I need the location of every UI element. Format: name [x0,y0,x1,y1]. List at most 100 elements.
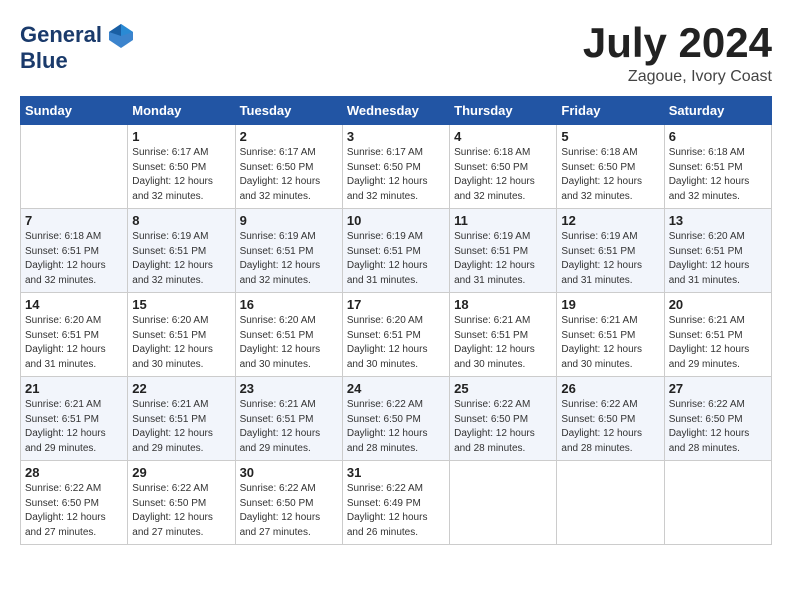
calendar-day-cell: 10Sunrise: 6:19 AMSunset: 6:51 PMDayligh… [342,209,449,293]
calendar-day-cell: 20 Sunrise: 6:21 AMSunset: 6:51 PMDayligh… [664,293,771,377]
day-number: 26 [561,381,659,396]
day-number: 5 [561,129,659,144]
day-info: Sunrise: 6:18 AMSunset: 6:51 PMDaylight:… [669,146,767,204]
day-number: 21 [25,381,123,396]
calendar-day-cell: 9 Sunrise: 6:19 AMSunset: 6:51 PMDaylight… [235,209,342,293]
calendar-day-cell: 13 Sunrise: 6:20 AMSunset: 6:51 PMDayligh… [664,209,771,293]
day-info: Sunrise: 6:17 AMSunset: 6:50 PMDaylight:… [347,146,445,204]
calendar-day-header: Sunday [21,97,128,125]
day-number: 30 [240,465,338,480]
calendar-week-row: 21 Sunrise: 6:21 AMSunset: 6:51 PMDayligh… [21,377,772,461]
day-info: Sunrise: 6:19 AMSunset: 6:51 PMDaylight:… [347,230,445,288]
calendar-day-cell: 17Sunrise: 6:20 AMSunset: 6:51 PMDayligh… [342,293,449,377]
day-number: 28 [25,465,123,480]
day-info: Sunrise: 6:18 AMSunset: 6:50 PMDaylight:… [454,146,552,204]
day-info: Sunrise: 6:22 AMSunset: 6:50 PMDaylight:… [669,398,767,456]
calendar-day-header: Saturday [664,97,771,125]
day-info: Sunrise: 6:21 AMSunset: 6:51 PMDaylight:… [240,398,338,456]
day-info: Sunrise: 6:22 AMSunset: 6:49 PMDaylight:… [347,482,445,540]
calendar-week-row: 1 Sunrise: 6:17 AMSunset: 6:50 PMDaylight… [21,125,772,209]
day-number: 23 [240,381,338,396]
day-info: Sunrise: 6:20 AMSunset: 6:51 PMDaylight:… [347,314,445,372]
day-number: 12 [561,213,659,228]
calendar-day-header: Wednesday [342,97,449,125]
calendar-day-cell: 6 Sunrise: 6:18 AMSunset: 6:51 PMDaylight… [664,125,771,209]
day-number: 16 [240,297,338,312]
day-info: Sunrise: 6:22 AMSunset: 6:50 PMDaylight:… [25,482,123,540]
day-info: Sunrise: 6:20 AMSunset: 6:51 PMDaylight:… [25,314,123,372]
day-number: 27 [669,381,767,396]
day-info: Sunrise: 6:18 AMSunset: 6:51 PMDaylight:… [25,230,123,288]
day-number: 31 [347,465,445,480]
calendar-day-cell: 28 Sunrise: 6:22 AMSunset: 6:50 PMDayligh… [21,461,128,545]
month-title: July 2024 [583,20,772,66]
day-info: Sunrise: 6:22 AMSunset: 6:50 PMDaylight:… [454,398,552,456]
day-number: 22 [132,381,230,396]
calendar-day-cell: 23 Sunrise: 6:21 AMSunset: 6:51 PMDayligh… [235,377,342,461]
day-info: Sunrise: 6:22 AMSunset: 6:50 PMDaylight:… [561,398,659,456]
calendar-day-cell: 24 Sunrise: 6:22 AMSunset: 6:50 PMDayligh… [342,377,449,461]
day-number: 9 [240,213,338,228]
day-info: Sunrise: 6:20 AMSunset: 6:51 PMDaylight:… [240,314,338,372]
day-number: 2 [240,129,338,144]
day-info: Sunrise: 6:21 AMSunset: 6:51 PMDaylight:… [561,314,659,372]
logo: General Blue [20,20,137,74]
calendar-day-header: Tuesday [235,97,342,125]
calendar-day-cell: 27 Sunrise: 6:22 AMSunset: 6:50 PMDayligh… [664,377,771,461]
logo-icon [105,20,137,52]
calendar-day-cell: 5 Sunrise: 6:18 AMSunset: 6:50 PMDaylight… [557,125,664,209]
calendar-day-cell: 25Sunrise: 6:22 AMSunset: 6:50 PMDayligh… [450,377,557,461]
calendar-day-cell: 21 Sunrise: 6:21 AMSunset: 6:51 PMDayligh… [21,377,128,461]
calendar-day-cell: 22Sunrise: 6:21 AMSunset: 6:51 PMDayligh… [128,377,235,461]
day-number: 20 [669,297,767,312]
calendar-week-row: 28 Sunrise: 6:22 AMSunset: 6:50 PMDayligh… [21,461,772,545]
day-info: Sunrise: 6:19 AMSunset: 6:51 PMDaylight:… [132,230,230,288]
calendar-day-cell: 14 Sunrise: 6:20 AMSunset: 6:51 PMDayligh… [21,293,128,377]
day-info: Sunrise: 6:22 AMSunset: 6:50 PMDaylight:… [347,398,445,456]
calendar-day-cell: 19 Sunrise: 6:21 AMSunset: 6:51 PMDayligh… [557,293,664,377]
day-info: Sunrise: 6:21 AMSunset: 6:51 PMDaylight:… [454,314,552,372]
day-info: Sunrise: 6:21 AMSunset: 6:51 PMDaylight:… [669,314,767,372]
day-info: Sunrise: 6:21 AMSunset: 6:51 PMDaylight:… [25,398,123,456]
calendar-day-cell: 2 Sunrise: 6:17 AMSunset: 6:50 PMDaylight… [235,125,342,209]
calendar-day-header: Monday [128,97,235,125]
day-number: 19 [561,297,659,312]
day-number: 24 [347,381,445,396]
day-number: 18 [454,297,552,312]
calendar-day-cell: 7 Sunrise: 6:18 AMSunset: 6:51 PMDaylight… [21,209,128,293]
day-info: Sunrise: 6:22 AMSunset: 6:50 PMDaylight:… [132,482,230,540]
day-info: Sunrise: 6:19 AMSunset: 6:51 PMDaylight:… [240,230,338,288]
calendar-day-cell: 8Sunrise: 6:19 AMSunset: 6:51 PMDaylight… [128,209,235,293]
day-number: 1 [132,129,230,144]
day-info: Sunrise: 6:19 AMSunset: 6:51 PMDaylight:… [561,230,659,288]
calendar-table: SundayMondayTuesdayWednesdayThursdayFrid… [20,96,772,545]
calendar-day-cell [664,461,771,545]
day-number: 15 [132,297,230,312]
day-info: Sunrise: 6:20 AMSunset: 6:51 PMDaylight:… [132,314,230,372]
calendar-day-cell: 12 Sunrise: 6:19 AMSunset: 6:51 PMDayligh… [557,209,664,293]
calendar-week-row: 7 Sunrise: 6:18 AMSunset: 6:51 PMDaylight… [21,209,772,293]
day-number: 7 [25,213,123,228]
day-number: 6 [669,129,767,144]
calendar-day-cell: 29 Sunrise: 6:22 AMSunset: 6:50 PMDayligh… [128,461,235,545]
calendar-day-cell: 4Sunrise: 6:18 AMSunset: 6:50 PMDaylight… [450,125,557,209]
day-number: 13 [669,213,767,228]
calendar-day-cell: 3Sunrise: 6:17 AMSunset: 6:50 PMDaylight… [342,125,449,209]
page-header: General Blue July 2024 Zagoue, Ivory Coa… [20,20,772,86]
calendar-day-cell: 26 Sunrise: 6:22 AMSunset: 6:50 PMDayligh… [557,377,664,461]
calendar-header-row: SundayMondayTuesdayWednesdayThursdayFrid… [21,97,772,125]
calendar-day-cell: 31 Sunrise: 6:22 AMSunset: 6:49 PMDayligh… [342,461,449,545]
calendar-day-cell [21,125,128,209]
calendar-day-cell: 1Sunrise: 6:17 AMSunset: 6:50 PMDaylight… [128,125,235,209]
calendar-body: 1 Sunrise: 6:17 AMSunset: 6:50 PMDaylight… [21,125,772,545]
day-number: 29 [132,465,230,480]
day-number: 14 [25,297,123,312]
day-number: 11 [454,213,552,228]
calendar-day-cell: 15 Sunrise: 6:20 AMSunset: 6:51 PMDayligh… [128,293,235,377]
calendar-week-row: 14 Sunrise: 6:20 AMSunset: 6:51 PMDayligh… [21,293,772,377]
day-info: Sunrise: 6:22 AMSunset: 6:50 PMDaylight:… [240,482,338,540]
day-info: Sunrise: 6:18 AMSunset: 6:50 PMDaylight:… [561,146,659,204]
calendar-day-cell: 30 Sunrise: 6:22 AMSunset: 6:50 PMDayligh… [235,461,342,545]
day-info: Sunrise: 6:17 AMSunset: 6:50 PMDaylight:… [240,146,338,204]
day-info: Sunrise: 6:20 AMSunset: 6:51 PMDaylight:… [669,230,767,288]
